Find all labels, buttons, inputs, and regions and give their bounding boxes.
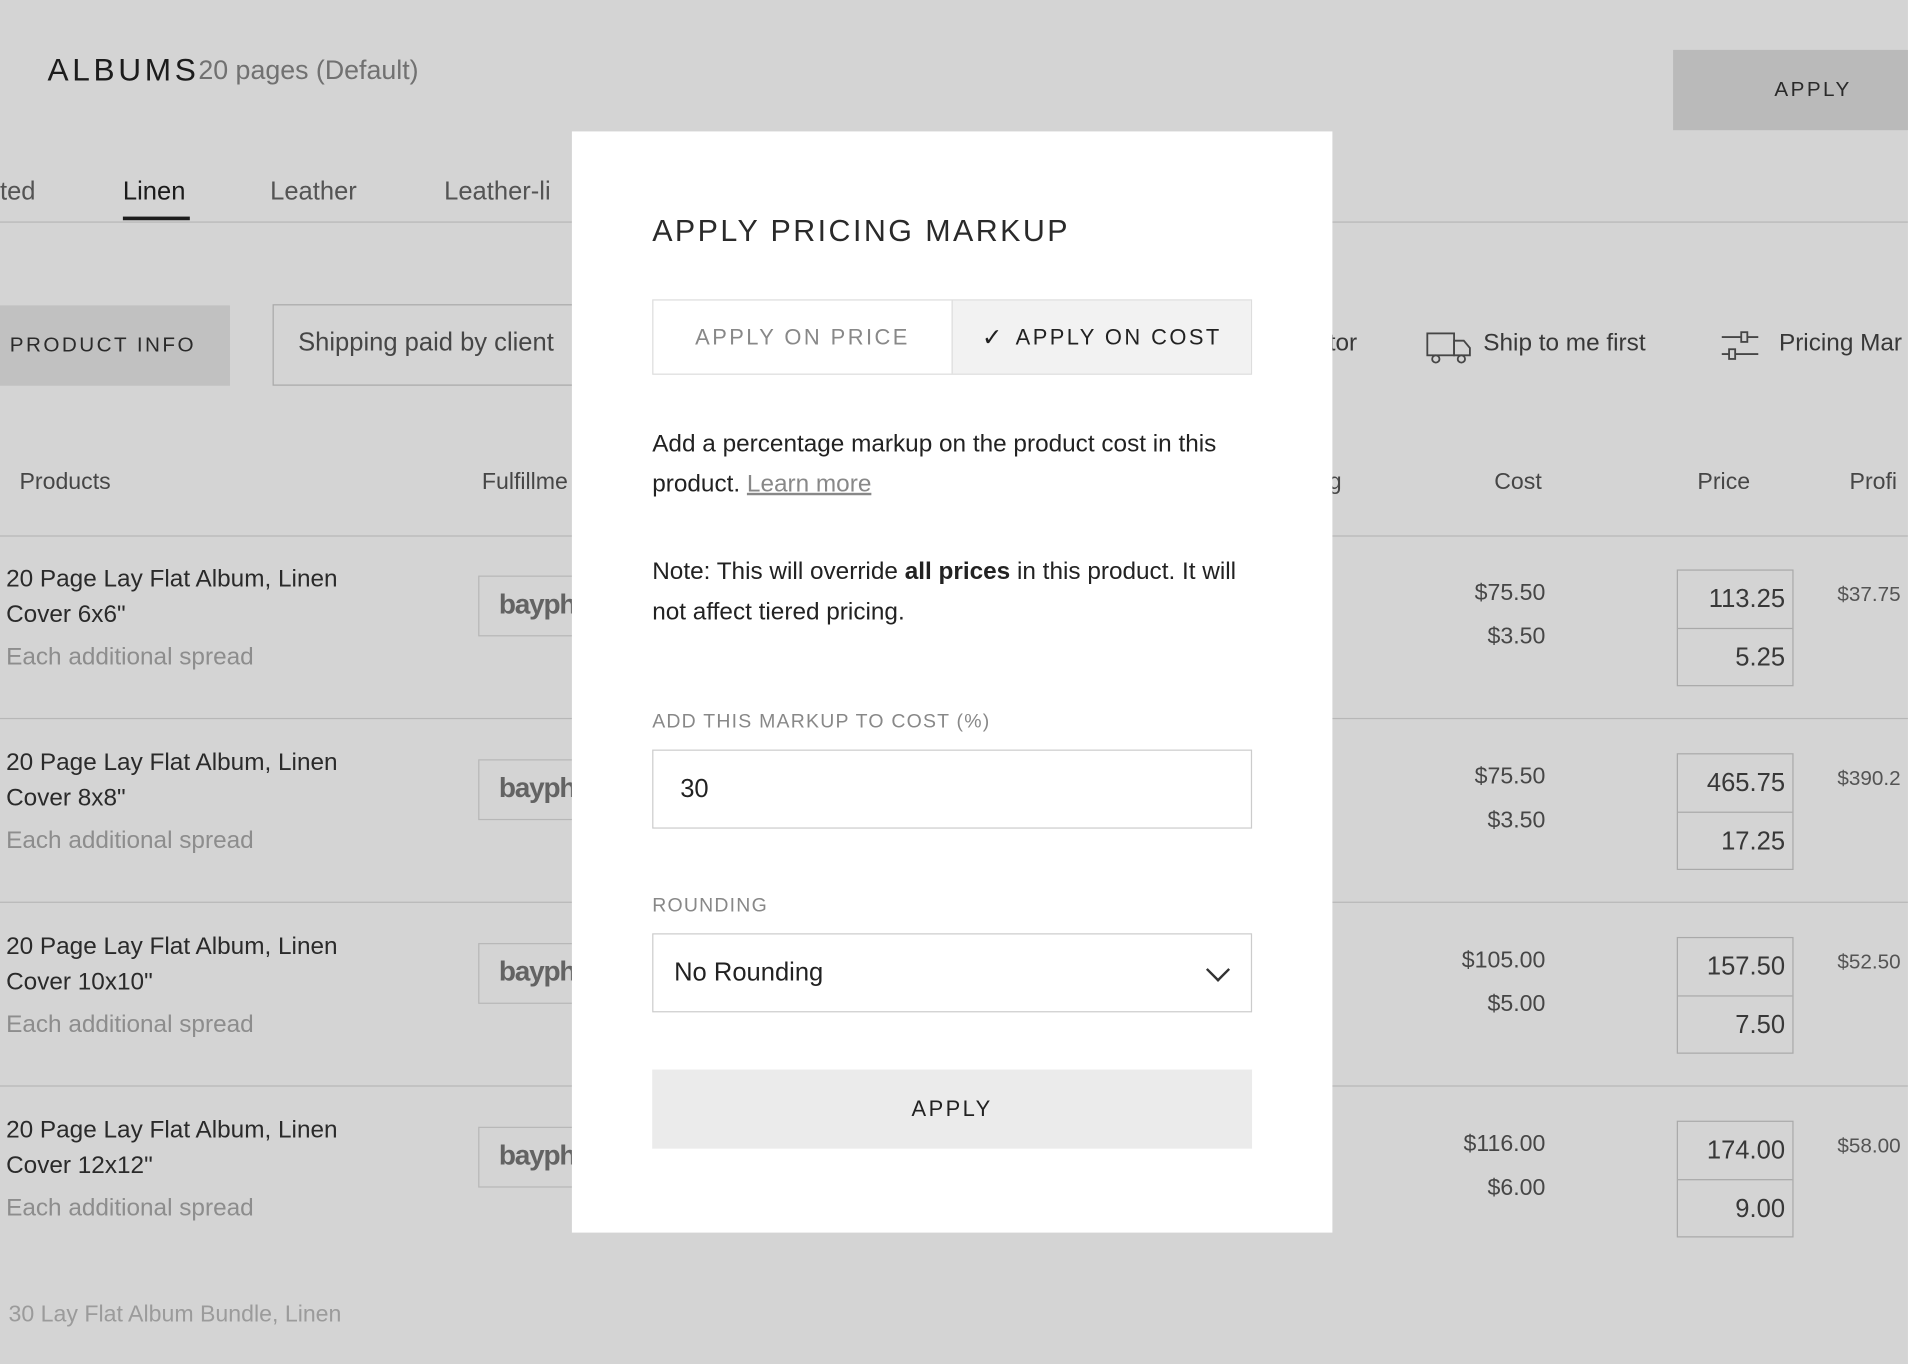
description-text: Add a percentage markup on the product c…	[652, 430, 1217, 498]
note-prefix: Note: This will override	[652, 558, 898, 586]
pricing-markup-modal: APPLY PRICING MARKUP APPLY ON PRICE ✓ AP…	[571, 131, 1333, 1233]
chevron-down-icon	[1205, 957, 1231, 982]
modal-note: Note: This will override all prices in t…	[652, 552, 1252, 632]
stage: ALBUMS 20 pages (Default) APPLY ted Line…	[0, 0, 1908, 1364]
modal-title: APPLY PRICING MARKUP	[652, 214, 1070, 249]
modal-description: Add a percentage markup on the product c…	[652, 425, 1252, 505]
rounding-label: ROUNDING	[652, 895, 768, 917]
check-icon: ✓	[981, 324, 1005, 352]
apply-on-price-option[interactable]: APPLY ON PRICE	[653, 301, 951, 374]
apply-button[interactable]: APPLY	[652, 1069, 1253, 1149]
apply-on-cost-label: APPLY ON COST	[1015, 324, 1222, 349]
rounding-select[interactable]: No Rounding	[652, 933, 1253, 1013]
apply-mode-toggle: APPLY ON PRICE ✓ APPLY ON COST	[652, 299, 1253, 375]
apply-on-cost-option[interactable]: ✓ APPLY ON COST	[951, 300, 1251, 374]
markup-label: ADD THIS MARKUP TO COST (%)	[652, 711, 991, 733]
markup-value: 30	[680, 774, 709, 803]
rounding-value: No Rounding	[674, 958, 824, 987]
learn-more-link[interactable]: Learn more	[747, 471, 871, 498]
apply-on-price-label: APPLY ON PRICE	[695, 324, 910, 349]
note-bold: all prices	[904, 558, 1011, 586]
markup-input[interactable]: 30	[652, 749, 1253, 829]
